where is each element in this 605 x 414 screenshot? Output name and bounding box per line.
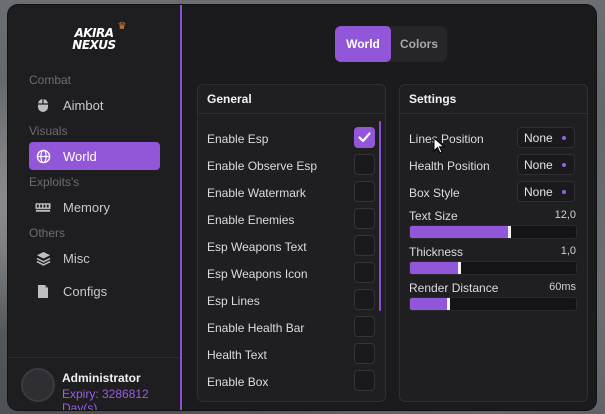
setting-label: Thickness [409,245,464,259]
layers-icon [35,250,51,266]
section-label-combat: Combat [29,73,72,87]
slider-fill [410,262,462,274]
sidebar-item-label: Aimbot [63,97,104,113]
app-logo: ♛ AKIRA NEXUS [72,21,126,52]
render-distance-slider[interactable] [409,297,577,311]
option-label: Enable Esp [207,132,269,146]
menu-window: ♛ AKIRA NEXUS Combat Aimbot Visuals Worl… [8,5,596,410]
divider [8,357,180,358]
general-panel: General Enable Esp Enable Observe Esp En… [197,84,386,402]
sidebar-item-label: Memory [63,199,110,215]
slider-thumb[interactable] [508,226,512,238]
tab-world[interactable]: World [335,26,391,62]
slider-value: 12,0 [554,209,576,221]
section-label-visuals: Visuals [29,124,68,138]
enable-box-checkbox[interactable] [354,370,375,391]
mouse-cursor-icon [433,137,445,154]
option-label: Esp Weapons Text [207,240,307,254]
option-label: Enable Watermark [207,186,306,200]
tab-bar: World Colors [335,26,447,62]
setting-label: Box Style [409,186,460,200]
esp-lines-checkbox[interactable] [354,289,375,310]
option-label: Esp Lines [207,294,260,308]
slider-value: 1,0 [560,245,576,257]
slider-fill [410,298,450,310]
lines-position-dropdown[interactable]: None [517,127,575,148]
enable-enemies-checkbox[interactable] [354,208,375,229]
dropdown-value: None [524,184,553,199]
setting-label: Lines Position [409,132,484,146]
slider-value: 60ms [549,281,576,293]
sidebar-item-world[interactable]: World [29,142,160,170]
sidebar: ♛ AKIRA NEXUS Combat Aimbot Visuals Worl… [8,5,180,410]
sidebar-item-label: World [63,148,97,164]
crown-icon: ♛ [117,21,127,32]
avatar [21,368,55,402]
esp-weapons-text-checkbox[interactable] [354,235,375,256]
user-name: Administrator [62,371,141,385]
memory-chip-icon [35,199,51,215]
enable-health-bar-checkbox[interactable] [354,316,375,337]
health-position-dropdown[interactable]: None [517,154,575,175]
option-label: Enable Box [207,375,269,389]
dropdown-indicator-icon [562,136,566,140]
option-label: Enable Enemies [207,213,295,227]
sidebar-item-label: Configs [63,283,108,299]
slider-fill [410,226,512,238]
globe-icon [35,148,51,164]
file-icon [35,283,51,299]
tab-colors[interactable]: Colors [391,26,447,62]
mouse-icon [35,97,51,113]
check-icon [358,132,371,143]
sidebar-divider [180,5,182,410]
slider-thumb[interactable] [446,298,450,310]
panel-title: General [198,85,385,114]
thickness-slider[interactable] [409,261,577,275]
dropdown-indicator-icon [562,163,566,167]
option-label: Enable Health Bar [207,321,305,335]
setting-label: Health Position [409,159,490,173]
setting-label: Text Size [409,209,458,223]
section-label-others: Others [29,226,66,240]
setting-label: Render Distance [409,281,499,295]
sidebar-item-label: Misc [63,250,90,266]
option-label: Esp Weapons Icon [207,267,308,281]
option-label: Health Text [207,348,267,362]
dropdown-value: None [524,130,553,145]
enable-esp-checkbox[interactable] [354,127,375,148]
box-style-dropdown[interactable]: None [517,181,575,202]
user-expiry: Expiry: 3286812 Day(s) [62,387,149,410]
sidebar-item-memory[interactable]: Memory [29,193,160,221]
sidebar-item-configs[interactable]: Configs [29,277,160,305]
enable-watermark-checkbox[interactable] [354,181,375,202]
option-label: Enable Observe Esp [207,159,318,173]
sidebar-item-aimbot[interactable]: Aimbot [29,91,160,119]
health-text-checkbox[interactable] [354,343,375,364]
sidebar-item-misc[interactable]: Misc [29,244,160,272]
panel-title: Settings [400,85,587,114]
text-size-slider[interactable] [409,225,577,239]
section-label-exploits: Exploits's [29,175,80,189]
enable-observe-esp-checkbox[interactable] [354,154,375,175]
esp-weapons-icon-checkbox[interactable] [354,262,375,283]
dropdown-value: None [524,157,553,172]
slider-thumb[interactable] [458,262,462,274]
dropdown-indicator-icon [562,190,566,194]
scrollbar[interactable] [379,121,381,311]
settings-panel: Settings Lines Position None Health Posi… [399,84,588,402]
